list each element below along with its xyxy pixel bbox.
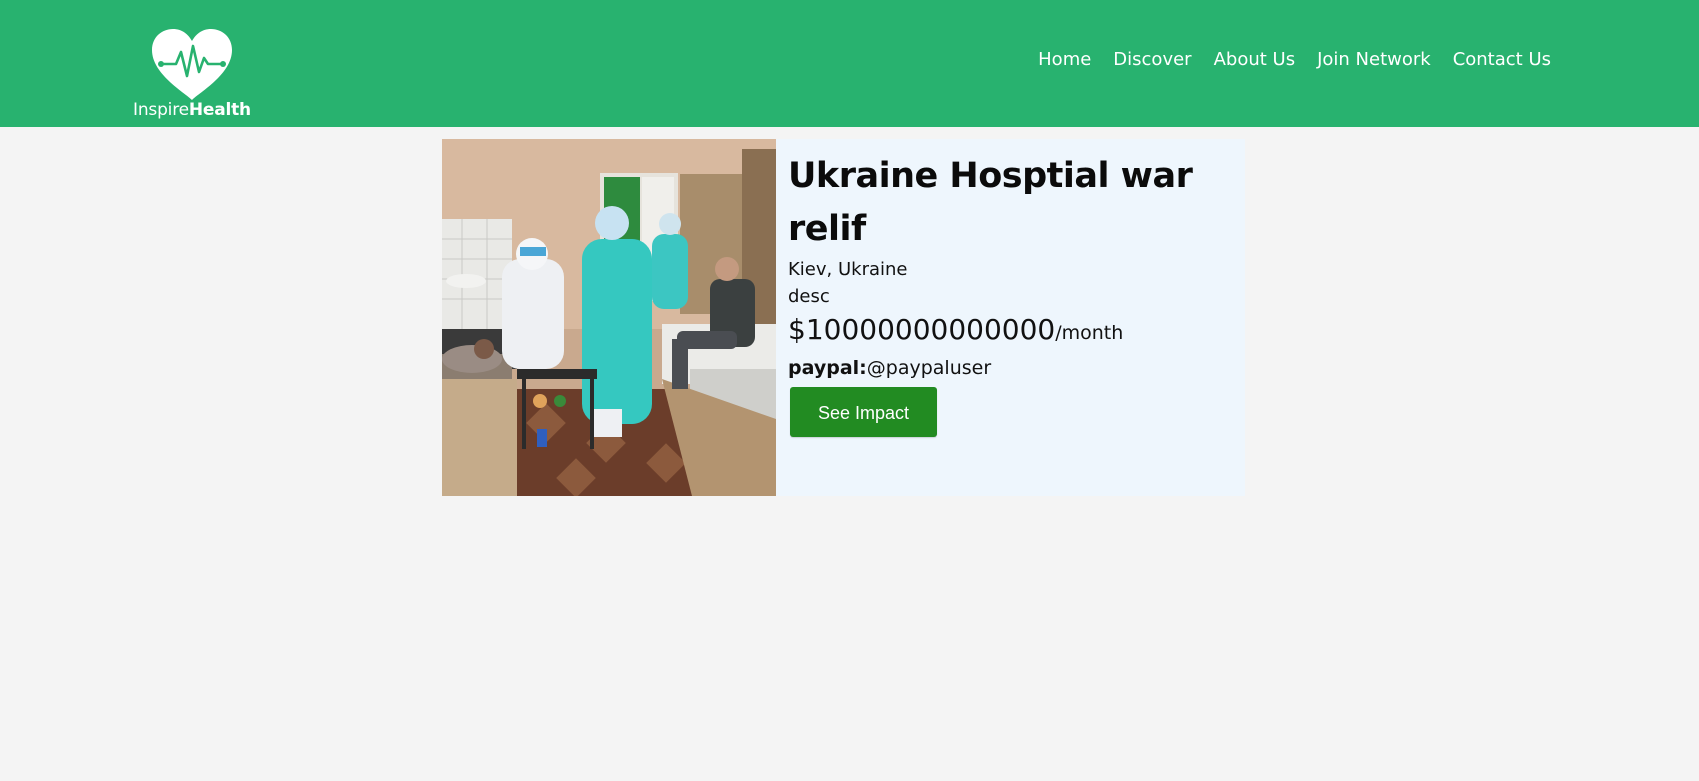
site-header: InspireHealth Home Discover About Us Joi… <box>0 0 1699 127</box>
nav-discover[interactable]: Discover <box>1113 46 1191 74</box>
campaign-title: Ukraine Hosptial war relif <box>788 156 1193 249</box>
nav-home[interactable]: Home <box>1038 46 1091 74</box>
brand-name-light: Inspire <box>133 100 189 120</box>
main-nav: Home Discover About Us Join Network Cont… <box>1038 46 1551 74</box>
logo[interactable]: InspireHealth <box>131 28 253 124</box>
paypal-label: paypal: <box>788 357 867 379</box>
campaign-description: desc <box>788 286 830 307</box>
campaign-amount-row: $10000000000000/month <box>788 311 1228 353</box>
nav-join-network[interactable]: Join Network <box>1317 46 1431 74</box>
see-impact-button[interactable]: See Impact <box>790 387 937 437</box>
campaign-info: Ukraine Hosptial war relif Kiev, Ukraine… <box>788 150 1228 437</box>
campaign-location: Kiev, Ukraine <box>788 259 908 280</box>
paypal-handle: @paypaluser <box>866 357 992 379</box>
campaign-amount: $10000000000000 <box>788 313 1056 346</box>
hospital-photo <box>442 139 776 496</box>
brand-name-bold: Health <box>188 100 251 120</box>
heart-pulse-icon <box>152 29 232 100</box>
campaign-card: Ukraine Hosptial war relif Kiev, Ukraine… <box>442 139 1245 496</box>
campaign-image <box>442 139 776 496</box>
paypal-info: paypal:@paypaluser <box>788 353 1228 383</box>
brand-name: InspireHealth <box>131 100 253 120</box>
nav-about-us[interactable]: About Us <box>1214 46 1296 74</box>
nav-contact-us[interactable]: Contact Us <box>1453 46 1551 74</box>
campaign-period: /month <box>1055 322 1124 344</box>
